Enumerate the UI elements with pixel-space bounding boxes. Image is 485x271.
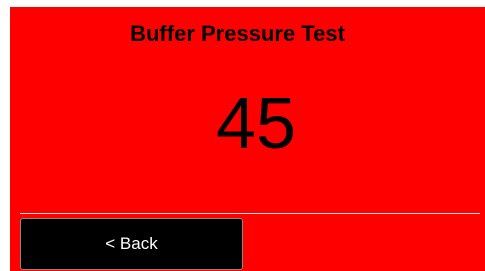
screen-title: Buffer Pressure Test [130, 21, 345, 46]
back-button[interactable]: < Back [20, 218, 243, 270]
pressure-value: 45 [215, 84, 297, 164]
test-screen: Buffer Pressure Test 45 < Back [10, 7, 485, 271]
divider [20, 213, 480, 214]
